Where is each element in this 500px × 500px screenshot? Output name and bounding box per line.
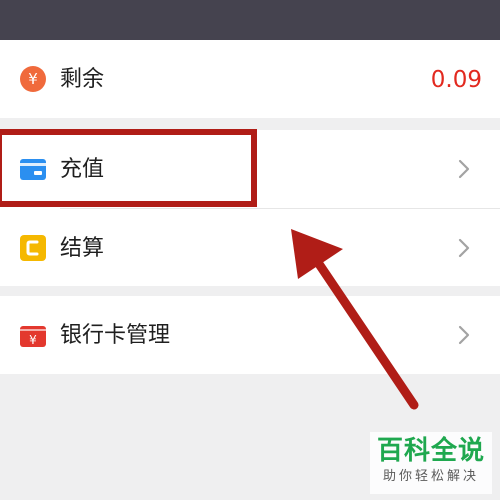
balance-row[interactable]: ¥ 剩余 0.09 (0, 40, 500, 118)
menu-item-bank-card-label: 银行卡管理 (60, 323, 171, 348)
bank-card-yen-icon: ¥ (20, 326, 46, 347)
menu-item-settle-label: 结算 (60, 236, 105, 261)
chevron-right-icon (458, 159, 470, 179)
chevron-right-icon (458, 238, 470, 258)
balance-label: 剩余 (60, 67, 105, 92)
watermark-logo: 百科全说 助你轻松解决 (370, 432, 492, 494)
menu-item-bank-card[interactable]: ¥ 银行卡管理 (0, 296, 500, 374)
status-bar (0, 0, 500, 40)
highlight-box (0, 129, 257, 207)
svg-text:¥: ¥ (28, 70, 38, 88)
balance-value: 0.09 (430, 67, 482, 93)
bank-section: ¥ 银行卡管理 (0, 296, 500, 374)
watermark-main-text: 百科全说 (376, 436, 485, 466)
chevron-right-icon (458, 325, 470, 345)
yen-coin-icon: ¥ (20, 66, 46, 92)
svg-text:¥: ¥ (29, 333, 37, 347)
watermark-sub-text: 助你轻松解决 (382, 469, 479, 484)
menu-item-settle[interactable]: 结算 (0, 209, 500, 287)
settle-icon (20, 235, 46, 261)
balance-section: ¥ 剩余 0.09 (0, 40, 500, 118)
